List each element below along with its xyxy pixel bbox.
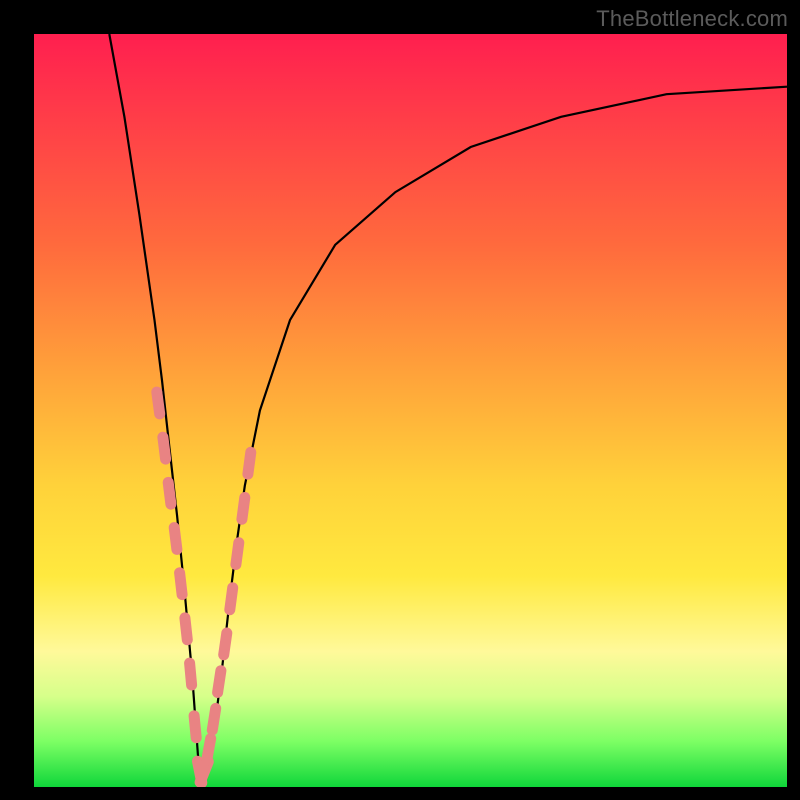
marker-pill: [218, 671, 221, 693]
marker-pill: [200, 762, 208, 783]
marker-pill: [174, 528, 177, 550]
bottleneck-curve: [34, 34, 787, 787]
plot-area: [34, 34, 787, 787]
marker-pill: [194, 716, 196, 738]
marker-pill: [198, 761, 202, 783]
marker-pill: [185, 618, 187, 640]
marker-pill: [168, 482, 171, 504]
marker-pill: [236, 543, 239, 565]
marker-pill: [190, 663, 192, 685]
marker-pill: [248, 452, 251, 474]
curve-path: [109, 34, 787, 780]
marker-pill: [224, 633, 227, 655]
marker-pill: [230, 588, 233, 610]
marker-pill: [212, 708, 215, 730]
marker-pill: [242, 498, 245, 520]
marker-group: [157, 392, 251, 783]
watermark-text: TheBottleneck.com: [596, 6, 788, 32]
chart-frame: TheBottleneck.com: [0, 0, 800, 800]
marker-pill: [163, 437, 166, 459]
marker-pill: [180, 573, 183, 595]
marker-pill: [157, 392, 160, 414]
marker-pill: [207, 739, 211, 761]
